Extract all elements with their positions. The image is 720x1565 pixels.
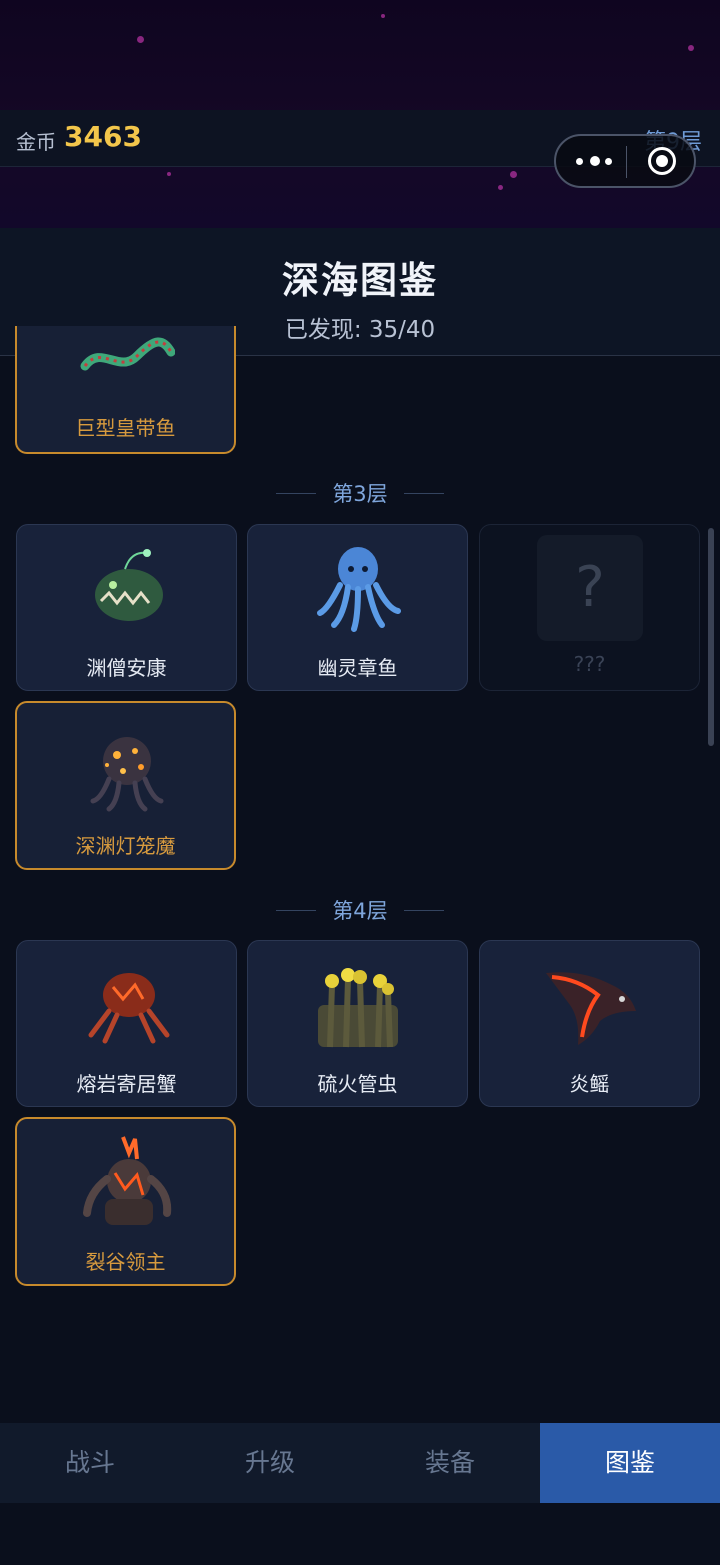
rift-lord-icon	[83, 1136, 172, 1225]
section-header: 第4层	[0, 895, 720, 925]
creature-card[interactable]: 裂谷领主	[15, 1117, 236, 1286]
creature-name: 硫火管虫	[317, 1072, 398, 1096]
creature-name: ???	[573, 652, 606, 676]
anglerfish-icon	[95, 549, 163, 621]
creature-name: 幽灵章鱼	[317, 656, 398, 680]
oarfish-icon	[80, 337, 175, 371]
tab-upgrade[interactable]: 升级	[180, 1423, 360, 1503]
tube-worm-icon	[318, 968, 398, 1048]
close-target-icon[interactable]	[648, 147, 676, 175]
creature-name: 渊僧安康	[86, 656, 167, 680]
section-label: 第4层	[332, 899, 388, 923]
creature-card[interactable]: 幽灵章鱼	[247, 524, 468, 691]
creature-name: 深渊灯笼魔	[75, 834, 176, 858]
octopus-icon	[317, 547, 401, 632]
creature-card-locked[interactable]: ? ???	[479, 524, 700, 691]
creature-name: 裂谷领主	[85, 1250, 166, 1274]
creature-card[interactable]: 渊僧安康	[16, 524, 237, 691]
star-decoration	[381, 14, 385, 18]
section-label: 第3层	[332, 482, 388, 506]
creature-name: 熔岩寄居蟹	[76, 1072, 177, 1096]
creature-card[interactable]: 炎鳐	[479, 940, 700, 1107]
manta-ray-icon	[546, 972, 636, 1045]
lantern-demon-icon	[90, 737, 164, 812]
page-title: 深海图鉴	[282, 259, 438, 302]
tab-equipment[interactable]: 装备	[360, 1423, 540, 1503]
creature-name: 炎鳐	[569, 1072, 610, 1096]
tab-codex[interactable]: 图鉴	[540, 1423, 720, 1503]
star-decoration	[510, 171, 517, 178]
capsule-divider	[626, 146, 627, 178]
scrollbar[interactable]	[708, 528, 714, 746]
more-icon[interactable]	[574, 149, 614, 173]
creature-card[interactable]: 硫火管虫	[247, 940, 468, 1107]
star-decoration	[167, 172, 171, 176]
coin-value: 3463	[64, 120, 142, 153]
star-decoration	[688, 45, 694, 51]
star-decoration	[137, 36, 144, 43]
question-icon: ?	[537, 535, 643, 641]
coin-label: 金币	[16, 130, 56, 154]
creature-card[interactable]: 巨型皇带鱼	[15, 326, 236, 454]
creature-card[interactable]: 熔岩寄居蟹	[16, 940, 237, 1107]
star-decoration	[498, 185, 503, 190]
bottom-tab-bar: 战斗 升级 装备 图鉴	[0, 1423, 720, 1503]
section-header: 第3层	[0, 478, 720, 508]
creature-card[interactable]: 深渊灯笼魔	[15, 701, 236, 870]
hermit-crab-icon	[88, 973, 170, 1044]
creature-name: 巨型皇带鱼	[75, 416, 176, 440]
mini-program-capsule	[554, 134, 696, 188]
bottom-safe-area	[0, 1503, 720, 1565]
tab-battle[interactable]: 战斗	[0, 1423, 180, 1503]
